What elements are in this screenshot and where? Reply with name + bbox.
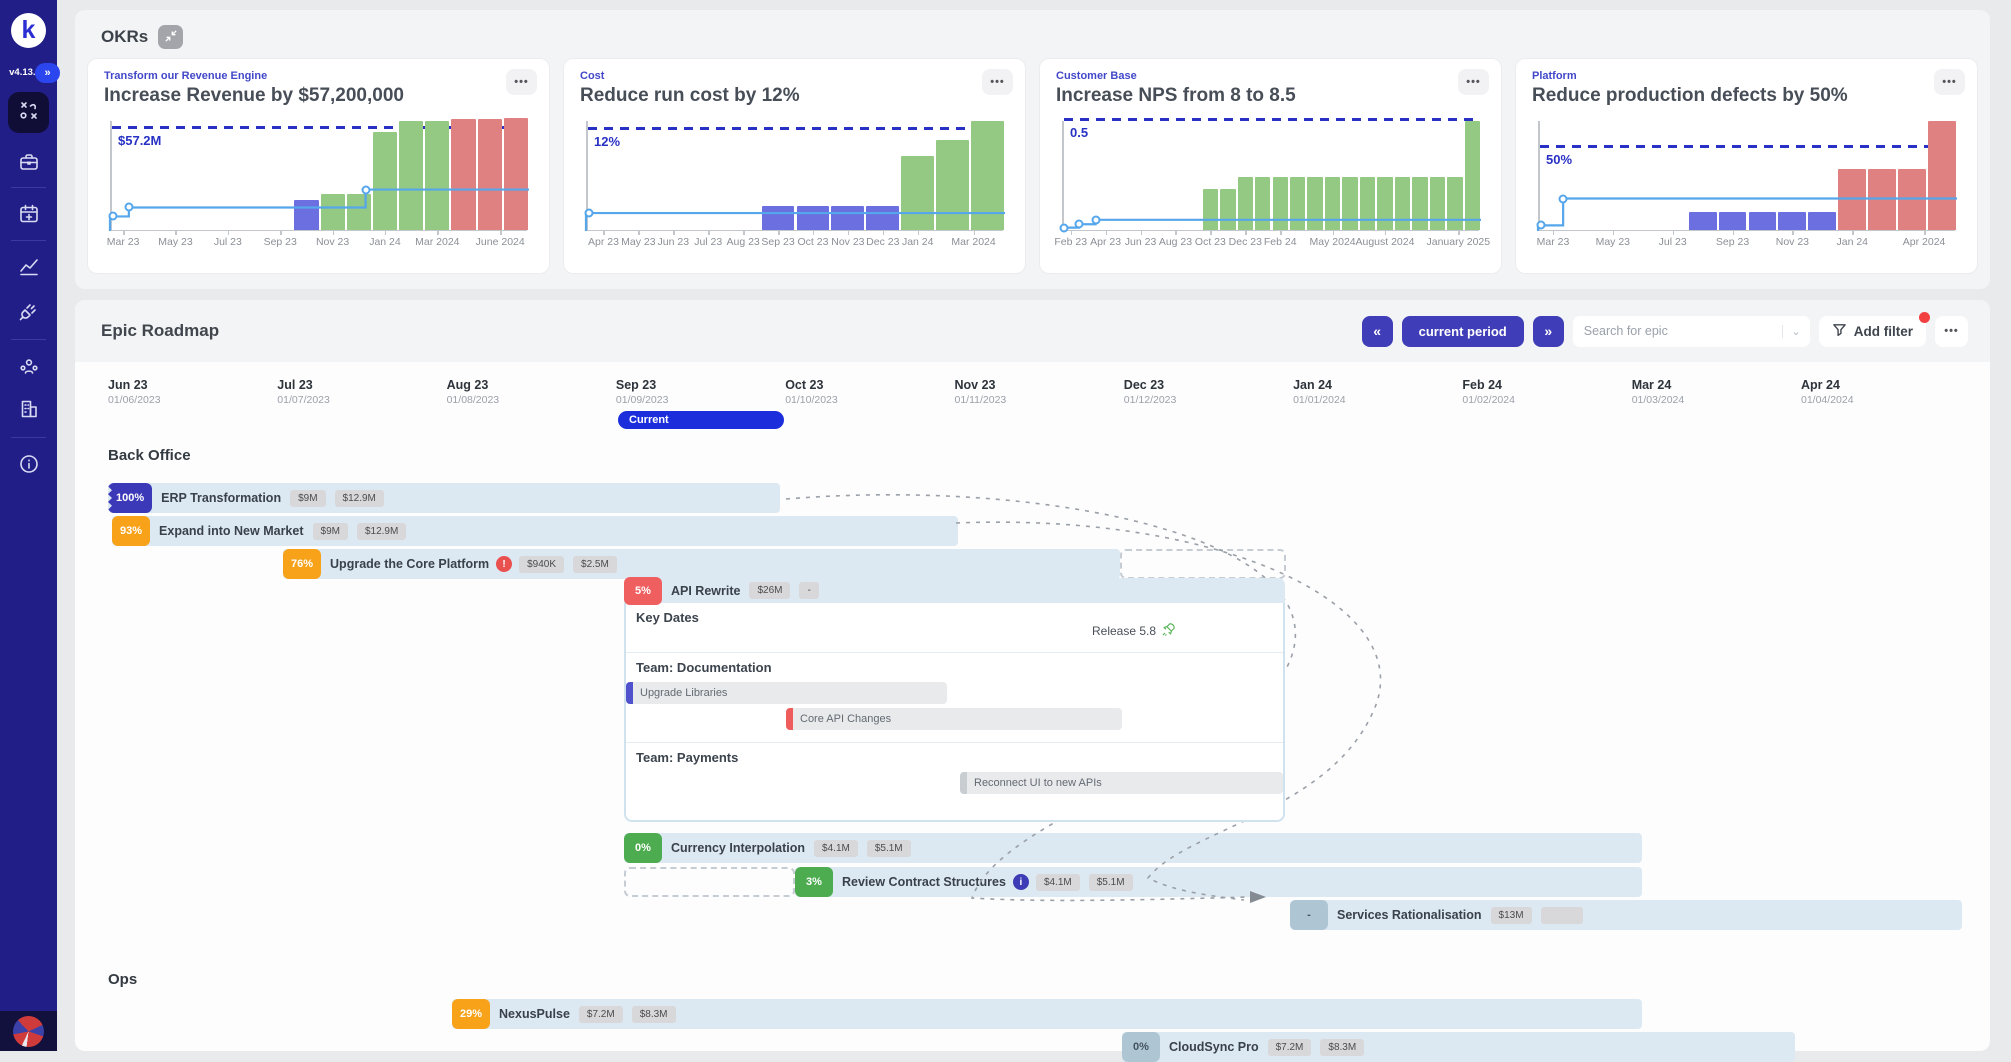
budget-tag: $26M [749, 582, 790, 599]
bar-cap [786, 708, 793, 730]
bar-cap [960, 772, 967, 794]
arrowhead-icon [1250, 891, 1266, 903]
avatar[interactable] [13, 1016, 44, 1047]
strategy-icon [18, 99, 40, 126]
sidebar-item-strategy[interactable] [8, 92, 49, 133]
teams-icon [18, 355, 40, 380]
sidebar-divider [11, 437, 46, 438]
sidebar-item-planning[interactable] [0, 198, 57, 232]
progress-badge: 5% [624, 577, 662, 605]
story-bar-upgrade-libraries[interactable]: Upgrade Libraries [626, 682, 947, 704]
sidebar-footer [0, 1011, 57, 1051]
sidebar-item-integrations[interactable] [0, 295, 57, 329]
sidebar: k v4.13.3 » [0, 0, 57, 1051]
rocket-icon [1161, 622, 1176, 640]
organization-icon [18, 398, 40, 423]
briefcase-icon [18, 151, 40, 176]
epic-name: API Rewrite [671, 584, 740, 598]
panel-section-team-payments: Team: Payments [636, 750, 738, 765]
story-bar-core-api-changes[interactable]: Core API Changes [786, 708, 1122, 730]
sidebar-item-portfolio[interactable] [0, 146, 57, 180]
epic-row-api-rewrite[interactable]: 5% API Rewrite $26M - [624, 578, 1285, 603]
roadmap-gantt: Jun 2301/06/2023Jul 2301/07/2023Aug 2301… [0, 0, 2011, 1051]
milestone-release[interactable]: Release 5.8 [1092, 622, 1176, 640]
sidebar-item-reports[interactable] [0, 250, 57, 284]
panel-section-key-dates: Key Dates [636, 610, 699, 625]
bar-cap [626, 682, 633, 704]
calendar-add-icon [18, 203, 40, 228]
sidebar-divider [11, 240, 46, 241]
expanded-epic-panel: 5% API Rewrite $26M - Key Dates Release … [624, 578, 1285, 822]
panel-divider [626, 652, 1283, 653]
app-logo: k [11, 13, 46, 48]
sidebar-expand-button[interactable]: » [35, 63, 60, 83]
story-bar-reconnect-ui[interactable]: Reconnect UI to new APIs [960, 772, 1283, 794]
sidebar-divider [11, 187, 46, 188]
panel-divider [626, 742, 1283, 743]
analytics-icon [18, 255, 40, 280]
panel-section-team-documentation: Team: Documentation [636, 660, 772, 675]
sidebar-item-info[interactable] [0, 448, 57, 482]
sidebar-item-organization[interactable] [0, 393, 57, 427]
dependency-arrows [0, 0, 2011, 1051]
budget-tag: - [799, 582, 818, 599]
plug-icon [18, 300, 40, 325]
sidebar-divider [11, 339, 46, 340]
sidebar-item-teams[interactable] [0, 350, 57, 384]
info-icon [18, 453, 40, 478]
